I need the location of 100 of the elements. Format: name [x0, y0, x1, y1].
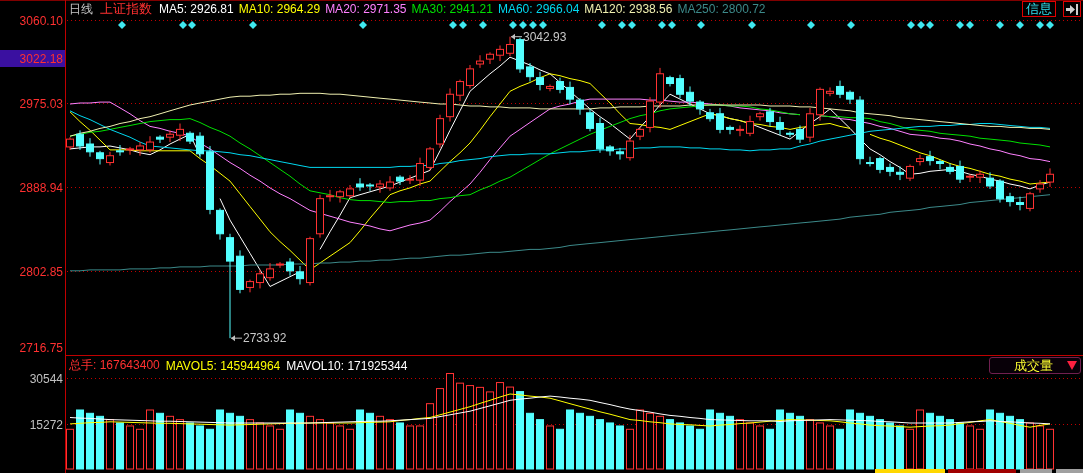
candlestick [506, 36, 514, 57]
diamond-marker-icon [847, 21, 855, 29]
info-button[interactable]: 信息 [1022, 1, 1056, 17]
price-axis-label: 2802.85 [19, 265, 63, 279]
candlestick [466, 64, 474, 89]
candlestick [866, 156, 874, 167]
diamond-marker-icon [668, 21, 676, 29]
volume-average-value: MAVOL5: 145944964 [165, 358, 281, 373]
caret-icon [1067, 361, 1077, 370]
candlestick [446, 87, 454, 123]
candlestick [906, 164, 914, 182]
candlestick [816, 86, 824, 122]
diamond-marker-icon [618, 21, 626, 29]
tab[interactable] [1056, 469, 1083, 473]
candlestick [286, 257, 294, 277]
candlestick [526, 62, 534, 83]
candlestick [896, 165, 904, 181]
candlestick [876, 156, 884, 174]
diamond-marker-icon [966, 21, 974, 29]
price-axis-label: 3060.10 [19, 14, 63, 28]
candlestick [536, 71, 544, 91]
candlestick [746, 115, 754, 137]
diamond-marker-icon [509, 21, 517, 29]
candlestick [1036, 179, 1044, 194]
candlestick [86, 137, 94, 158]
candlestick [1026, 191, 1034, 212]
candlestick [106, 151, 114, 166]
expand-panel-button[interactable] [1063, 1, 1081, 17]
index-name: 上证指数 [100, 0, 152, 18]
candlestick [236, 249, 244, 294]
diamond-marker-icon [807, 21, 815, 29]
tab[interactable] [875, 469, 945, 473]
leader-line [510, 33, 523, 40]
tab[interactable] [1020, 469, 1052, 473]
diamond-marker-icon [1046, 21, 1054, 29]
candlestick [406, 174, 414, 185]
candlestick [476, 54, 484, 69]
candlestick [626, 134, 634, 162]
indicator-dropdown[interactable]: 成交量 [989, 357, 1081, 374]
diamond-marker-icon [956, 21, 964, 29]
candlestick [596, 117, 604, 154]
candlestick [126, 146, 134, 156]
candlestick [676, 74, 684, 99]
candlestick [736, 124, 744, 137]
candlestick [336, 189, 344, 204]
diamond-marker-icon [519, 21, 527, 29]
candlestick [96, 150, 104, 165]
candlestick [116, 144, 124, 157]
candlestick [206, 145, 214, 215]
candlestick [266, 262, 274, 282]
candlestick [496, 44, 504, 62]
diamond-marker-icon [1036, 21, 1044, 29]
candlestick [616, 147, 624, 161]
diamond-marker-icon [907, 21, 915, 29]
moving-average-value: MA60: 2966.04 [497, 2, 580, 16]
candlestick [296, 265, 304, 285]
candlestick [136, 141, 144, 157]
candlestick [976, 169, 984, 184]
price-annotation: 2733.92 [243, 331, 287, 346]
candlestick [756, 111, 764, 122]
diamond-marker-icon [996, 21, 1004, 29]
candlestick [996, 178, 1004, 204]
candlestick [66, 136, 74, 151]
diamond-marker-icon [658, 21, 666, 29]
diamond-marker-icon [598, 21, 606, 29]
candlestick [256, 269, 264, 289]
candlestick [586, 108, 594, 132]
moving-average-value: MA120: 2938.56 [584, 2, 673, 16]
volume-average-value: MAVOL10: 171925344 [286, 358, 408, 373]
candlestick [186, 130, 194, 145]
candlestick [416, 157, 424, 187]
candlestick [776, 116, 784, 136]
candlestick [686, 85, 694, 107]
candlestick [166, 129, 174, 143]
candlestick [826, 86, 834, 97]
diamond-marker-icon [1016, 21, 1024, 29]
candlestick [716, 107, 724, 134]
candlestick [486, 51, 494, 65]
candlestick [916, 154, 924, 166]
candlestick [516, 37, 524, 74]
candlestick [436, 114, 444, 149]
diamond-marker-icon [539, 21, 547, 29]
diamond-marker-icon [628, 21, 636, 29]
moving-average-value: MA20: 2971.35 [325, 2, 407, 16]
candlestick [766, 107, 774, 127]
candlestick [936, 159, 944, 170]
diamond-marker-icon [459, 21, 467, 29]
candlestick [216, 207, 224, 241]
candlestick [156, 134, 164, 144]
candlestick [356, 177, 364, 192]
candlestick [786, 130, 794, 138]
candlestick [836, 80, 844, 99]
diamond-marker-icon [359, 21, 367, 29]
tab[interactable] [948, 469, 1016, 473]
candlestick [566, 81, 574, 105]
leader-line [230, 335, 243, 342]
moving-average-value: MA10: 2964.29 [238, 2, 321, 16]
candlestick [706, 108, 714, 123]
candlestick [606, 144, 614, 157]
candlestick [926, 150, 934, 166]
